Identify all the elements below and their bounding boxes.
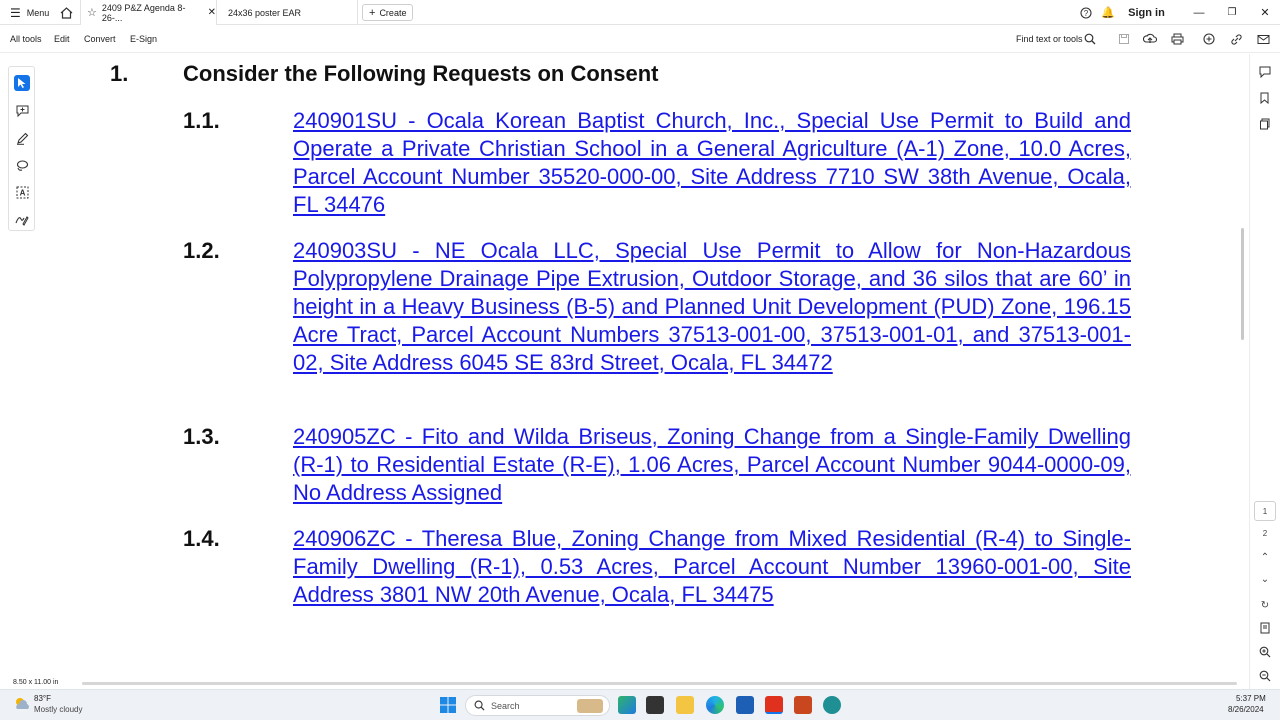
section-number: 1. [110, 61, 129, 86]
home-icon [60, 6, 72, 19]
sign-icon[interactable] [14, 211, 30, 227]
pages-panel-icon[interactable] [1258, 117, 1272, 131]
file-explorer-icon[interactable] [676, 696, 694, 714]
minimize-icon: — [1193, 6, 1205, 19]
taskbar-search[interactable]: Search [465, 695, 610, 716]
tab-title: 2409 P&Z Agenda 8-26-... [101, 2, 186, 23]
teams-icon[interactable] [823, 696, 841, 714]
menu-label: Menu [26, 7, 50, 18]
print-icon[interactable] [1170, 32, 1184, 46]
maximize-button[interactable]: ❐ [1223, 0, 1241, 25]
store-icon[interactable] [736, 696, 754, 714]
page-current-label: 1 [1262, 506, 1268, 516]
item-number: 1.3. [183, 424, 220, 449]
item-number: 1.4. [183, 526, 220, 551]
svg-text:A: A [19, 188, 25, 197]
plus-icon: + [369, 6, 376, 19]
horizontal-scrollbar[interactable] [82, 682, 1237, 685]
create-button[interactable]: + Create [362, 4, 414, 21]
comment-panel-icon[interactable] [1258, 65, 1272, 79]
windows-start-icon[interactable] [440, 697, 456, 713]
section-title: Consider the Following Requests on Conse… [183, 61, 659, 86]
status-bar: 8.50 x 11.00 in [0, 678, 1249, 688]
page-fit-icon[interactable] [1258, 621, 1272, 635]
chevron-down-icon[interactable]: ⌄ [1258, 572, 1272, 586]
sign-in-button[interactable]: Sign in [1124, 0, 1169, 25]
add-comment-icon[interactable] [14, 103, 30, 119]
home-button[interactable] [58, 0, 74, 25]
close-icon: ✕ [1260, 7, 1270, 19]
acrobat-icon[interactable] [765, 696, 783, 714]
page-next-label: 2 [1262, 528, 1268, 538]
tab-active-document[interactable]: ☆ 2409 P&Z Agenda 8-26-... ✕ [80, 0, 217, 25]
text-recognition-icon[interactable]: A [14, 184, 30, 200]
esign-menu[interactable]: E-Sign [130, 34, 157, 44]
ai-assistant-icon[interactable] [1202, 32, 1216, 46]
create-label: Create [379, 7, 407, 18]
agenda-item-link[interactable]: 240905ZC - Fito and Wilda Briseus, Zonin… [293, 423, 1131, 507]
save-icon[interactable] [1117, 32, 1131, 46]
vertical-scrollbar[interactable] [1241, 228, 1244, 340]
zoom-out-icon[interactable] [1258, 669, 1272, 683]
item-number: 1.2. [183, 238, 220, 263]
menu-button[interactable]: ☰ Menu [10, 0, 49, 25]
email-icon[interactable] [1256, 32, 1270, 46]
minimize-button[interactable]: — [1190, 0, 1208, 25]
search-icon [474, 700, 485, 711]
help-button[interactable]: ? [1079, 0, 1093, 25]
page-number-current[interactable]: 1 [1254, 501, 1276, 521]
clock-time: 5:37 PM [1236, 694, 1266, 703]
tab-second-document[interactable]: 24x36 poster EAR [218, 0, 358, 25]
svg-text:?: ? [1084, 9, 1089, 18]
task-view-icon[interactable] [646, 696, 664, 714]
search-highlight-icon [577, 698, 603, 713]
copilot-icon[interactable] [618, 696, 636, 714]
tab-title: 24x36 poster EAR [228, 7, 302, 18]
clock-date: 8/26/2024 [1228, 705, 1264, 714]
chevron-up-icon[interactable]: ⌃ [1258, 550, 1272, 564]
select-tool-icon[interactable] [14, 75, 30, 91]
help-icon: ? [1080, 6, 1092, 19]
zoom-in-icon[interactable] [1258, 645, 1272, 659]
right-rail: 1 2 ⌃ ⌄ ↻ [1249, 54, 1280, 698]
item-number: 1.1. [183, 108, 220, 133]
link-icon[interactable] [1229, 32, 1243, 46]
document-viewport[interactable]: A 1. Consider the Following Requests on … [0, 54, 1238, 678]
page-number-next[interactable]: 2 [1258, 526, 1272, 540]
search-placeholder: Search [491, 700, 520, 711]
search-icon[interactable] [1083, 32, 1097, 46]
weather-temp: 83°F [34, 694, 51, 703]
agenda-item-link[interactable]: 240906ZC - Theresa Blue, Zoning Change f… [293, 525, 1131, 609]
sign-in-label: Sign in [1128, 6, 1165, 19]
weather-desc: Mostly cloudy [34, 705, 83, 714]
edge-browser-icon[interactable] [706, 696, 724, 714]
edit-menu[interactable]: Edit [54, 34, 70, 44]
quick-tools-panel: A [8, 66, 35, 231]
upload-icon[interactable] [1143, 32, 1157, 46]
all-tools-menu[interactable]: All tools [10, 34, 42, 44]
restore-icon: ❐ [1227, 7, 1237, 18]
agenda-item-link[interactable]: 240901SU - Ocala Korean Baptist Church, … [293, 107, 1131, 219]
close-window-button[interactable]: ✕ [1256, 0, 1274, 25]
weather-icon[interactable] [12, 696, 32, 712]
refresh-icon[interactable]: ↻ [1258, 598, 1272, 612]
close-tab-icon[interactable]: ✕ [208, 7, 216, 18]
hamburger-icon: ☰ [10, 5, 21, 20]
highlight-pen-icon[interactable] [14, 130, 30, 146]
powerpoint-icon[interactable] [794, 696, 812, 714]
page-size-label: 8.50 x 11.00 in [13, 679, 59, 686]
find-text-button[interactable]: Find text or tools [1016, 34, 1083, 44]
agenda-item-link[interactable]: 240903SU - NE Ocala LLC, Special Use Per… [293, 237, 1131, 377]
bell-icon: 🔔 [1101, 7, 1115, 19]
star-icon[interactable]: ☆ [87, 6, 97, 19]
bookmark-panel-icon[interactable] [1258, 91, 1272, 105]
notifications-button[interactable]: 🔔 [1101, 0, 1115, 25]
main-toolbar: All tools Edit Convert E-Sign Find text … [0, 26, 1280, 53]
draw-freeform-icon[interactable] [14, 157, 30, 173]
tab-bar: ☰ Menu ☆ 2409 P&Z Agenda 8-26-... ✕ 24x3… [0, 0, 1280, 25]
windows-taskbar: 83°F Mostly cloudy Search 5:37 PM 8/26/2… [0, 689, 1280, 720]
convert-menu[interactable]: Convert [84, 34, 116, 44]
